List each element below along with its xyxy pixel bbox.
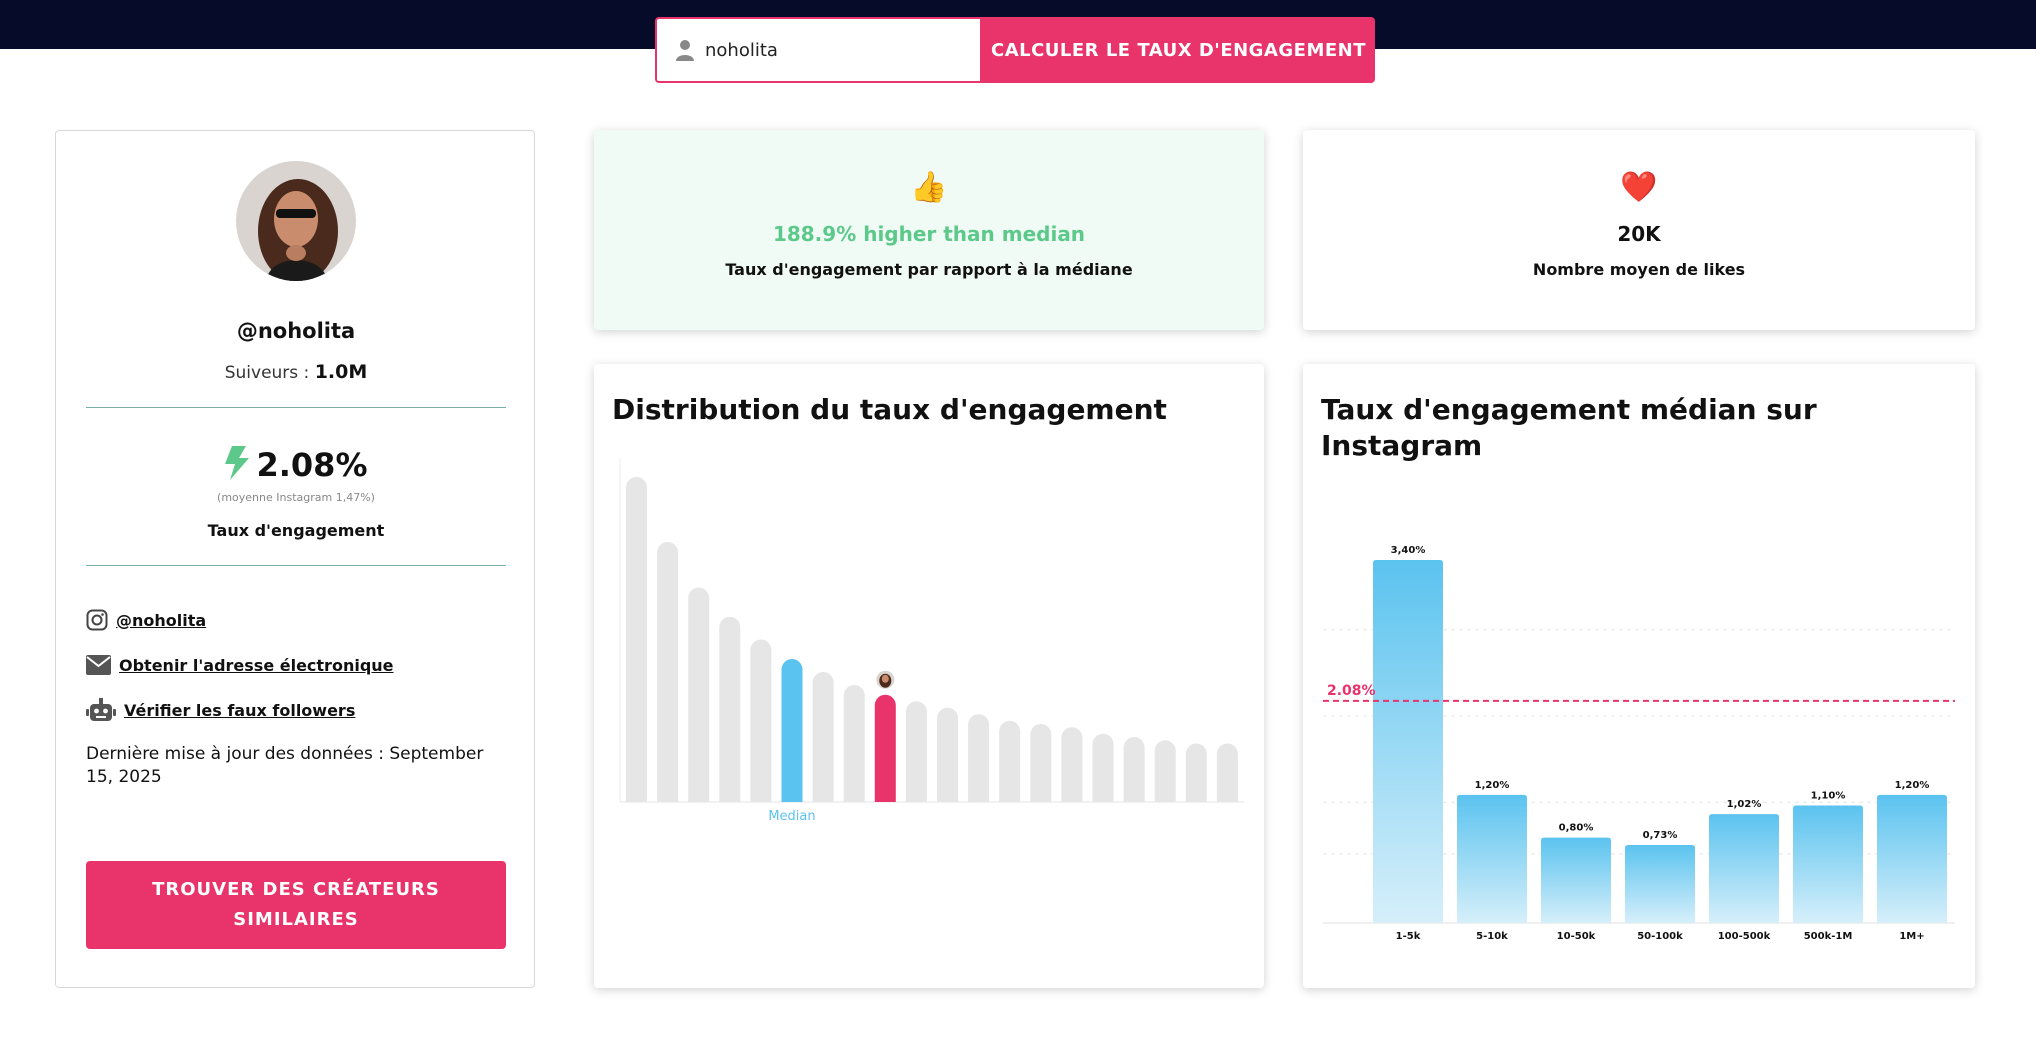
distribution-bar — [688, 587, 710, 802]
average-likes-value: 20K — [1617, 222, 1661, 246]
distribution-chart: Median — [619, 458, 1244, 824]
category-label: 500k-1M — [1804, 931, 1853, 942]
find-similar-creators-button[interactable]: TROUVER DES CRÉATEURS SIMILAIRES — [86, 861, 506, 949]
category-label: 1-5k — [1396, 931, 1421, 942]
get-email-link[interactable]: Obtenir l'adresse électronique — [119, 656, 394, 675]
distribution-bar — [719, 616, 741, 802]
median-comparison-label: Taux d'engagement par rapport à la média… — [725, 260, 1133, 279]
distribution-bar — [843, 685, 865, 802]
distribution-bar — [626, 477, 647, 802]
bar-value-label: 3,40% — [1391, 545, 1426, 556]
distribution-bar — [750, 639, 772, 802]
median-rate-bar — [1709, 814, 1779, 923]
median-label: Median — [768, 809, 815, 824]
distribution-bar — [1154, 740, 1176, 802]
profile-bar — [874, 694, 896, 802]
verify-fake-followers-link[interactable]: Vérifier les faux followers — [124, 701, 355, 720]
average-likes-label: Nombre moyen de likes — [1532, 260, 1746, 279]
category-label: 1M+ — [1899, 931, 1924, 942]
followers-label: Suiveurs : — [224, 363, 310, 383]
profile-card: @noholita Suiveurs : 1.0M 2.08% (moyenne… — [55, 130, 535, 988]
distribution-chart-card: Distribution du taux d'engagement Median — [594, 364, 1264, 988]
distribution-bar — [905, 701, 927, 802]
divider — [86, 565, 506, 566]
thumbs-up-icon: 👍 — [910, 170, 948, 205]
followers-count: Suiveurs : 1.0M — [56, 361, 536, 383]
bar-value-label: 0,73% — [1643, 830, 1678, 841]
distribution-bar — [1216, 743, 1238, 802]
distribution-bar — [968, 714, 990, 802]
find-button-line-2: SIMILAIRES — [233, 909, 359, 930]
category-label: 5-10k — [1476, 931, 1508, 942]
search-field[interactable] — [655, 17, 982, 83]
engagement-rate-value: 2.08% — [256, 446, 368, 484]
median-comparison-card: 👍 188.9% higher than median Taux d'engag… — [594, 130, 1264, 330]
last-updated: Dernière mise à jour des données : Septe… — [86, 744, 484, 787]
user-icon — [676, 40, 694, 61]
envelope-icon — [86, 655, 111, 675]
median-rate-bar — [1373, 560, 1443, 923]
bar-value-label: 0,80% — [1559, 823, 1594, 834]
median-rate-bar — [1457, 794, 1527, 923]
bar-value-label: 1,20% — [1895, 780, 1930, 791]
distribution-bar — [937, 707, 958, 802]
profile-marker-avatar — [876, 670, 895, 689]
median-rate-bar — [1877, 794, 1947, 923]
calculate-engagement-button[interactable]: CALCULER LE TAUX D'ENGAGEMENT — [982, 17, 1375, 83]
median-rate-bar — [1625, 845, 1695, 923]
lightning-icon — [225, 446, 250, 480]
profile-handle: @noholita — [236, 319, 356, 343]
distribution-bar — [812, 672, 834, 802]
instagram-link-row: @noholita — [86, 609, 206, 631]
instagram-icon — [86, 609, 108, 631]
divider — [86, 407, 506, 408]
median-chart-card: Taux d'engagement médian sur Instagram 3… — [1303, 364, 1975, 988]
category-label: 50-100k — [1637, 931, 1683, 942]
distribution-bar — [657, 542, 679, 802]
bar-value-label: 1,10% — [1811, 791, 1846, 802]
distribution-bar — [1123, 737, 1145, 802]
engagement-average: (moyenne Instagram 1,47%) — [217, 491, 375, 504]
distribution-bar — [1030, 724, 1052, 802]
median-bar — [781, 659, 803, 802]
robot-icon — [86, 698, 116, 722]
category-label: 10-50k — [1557, 931, 1596, 942]
avatar — [236, 161, 356, 281]
profile-rate-label: 2.08% — [1327, 683, 1376, 699]
median-rate-bar — [1793, 805, 1863, 923]
fake-followers-link-row: Vérifier les faux followers — [86, 698, 355, 722]
distribution-bar — [1185, 743, 1207, 802]
category-label: 100-500k — [1718, 931, 1771, 942]
distribution-bar — [999, 720, 1021, 802]
distribution-bar — [1061, 727, 1083, 802]
bar-value-label: 1,02% — [1727, 799, 1762, 810]
find-button-line-1: TROUVER DES CRÉATEURS — [152, 879, 440, 900]
email-link-row: Obtenir l'adresse électronique — [86, 655, 394, 675]
median-engagement-chart: 3,40% 1-5k 1,20% 5-10k 0,80% 10-50k 0,73% 50-10… — [1323, 545, 1955, 942]
heart-icon: ❤️ — [1620, 170, 1658, 205]
distribution-bar — [1092, 733, 1114, 802]
username-input[interactable] — [705, 39, 965, 61]
engagement-rate: 2.08% — [56, 446, 536, 484]
instagram-link[interactable]: @noholita — [116, 611, 206, 630]
search-bar: CALCULER LE TAUX D'ENGAGEMENT — [655, 17, 1375, 83]
followers-value: 1.0M — [314, 361, 368, 383]
bar-value-label: 1,20% — [1475, 780, 1510, 791]
median-rate-bar — [1541, 837, 1611, 923]
average-likes-card: ❤️ 20K Nombre moyen de likes — [1303, 130, 1975, 330]
engagement-label: Taux d'engagement — [207, 521, 385, 540]
median-comparison-value: 188.9% higher than median — [772, 222, 1086, 246]
